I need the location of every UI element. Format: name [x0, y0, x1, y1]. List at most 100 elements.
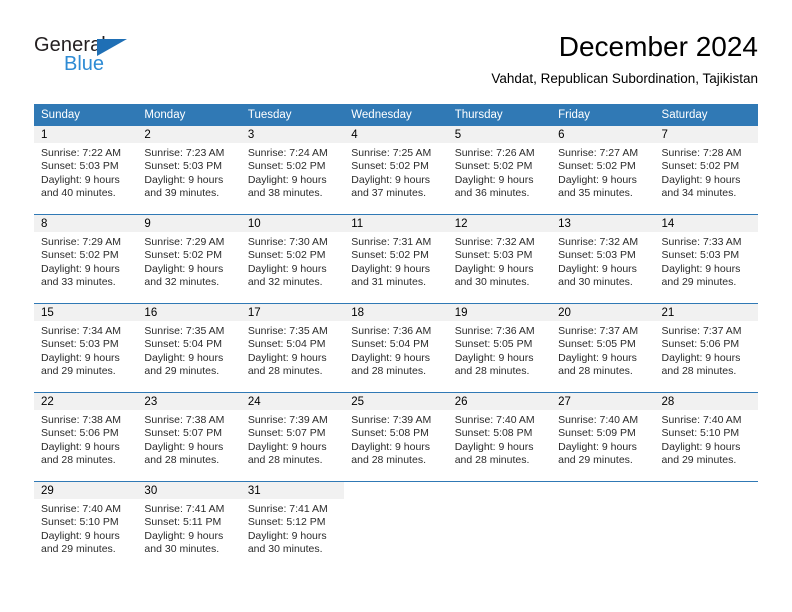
calendar-day-cell[interactable]: 8 Sunrise: 7:29 AM Sunset: 5:02 PM Daylight…	[34, 214, 138, 304]
daylight-text-line2: and 29 minutes.	[41, 543, 116, 556]
sunset-text: Sunset: 5:07 PM	[247, 427, 326, 440]
day-details: Sunrise: 7:39 AM Sunset: 5:08 PM Daylight:…	[344, 410, 447, 468]
day-number: 21	[654, 304, 758, 321]
day-cell-inner: 6 Sunrise: 7:27 AM Sunset: 5:02 PM Daylight…	[551, 126, 655, 214]
day-number: 6	[551, 126, 655, 143]
day-cell-inner: 18 Sunrise: 7:36 AM Sunset: 5:04 PM Dayligh…	[344, 304, 448, 392]
calendar-day-cell[interactable]: 10 Sunrise: 7:30 AM Sunset: 5:02 PM Dayligh…	[240, 214, 345, 304]
day-cell-inner: 1 Sunrise: 7:22 AM Sunset: 5:03 PM Daylight…	[34, 126, 138, 214]
day-number	[655, 482, 758, 499]
day-cell-inner: 16 Sunrise: 7:35 AM Sunset: 5:04 PM Dayligh…	[137, 304, 241, 392]
day-cell-inner: 17 Sunrise: 7:35 AM Sunset: 5:04 PM Dayligh…	[240, 304, 345, 392]
daylight-text-line1: Daylight: 9 hours	[661, 262, 741, 275]
calendar-day-cell[interactable]: 19 Sunrise: 7:36 AM Sunset: 5:05 PM Dayligh…	[447, 303, 552, 393]
calendar-day-cell[interactable]: 5 Sunrise: 7:26 AM Sunset: 5:02 PM Daylight…	[447, 126, 552, 215]
sunrise-text: Sunrise: 7:41 AM	[144, 503, 225, 515]
calendar-day-cell[interactable]: 21 Sunrise: 7:37 AM Sunset: 5:06 PM Dayligh…	[654, 303, 758, 393]
daylight-text-line1: Daylight: 9 hours	[454, 262, 534, 275]
sunset-text: Sunset: 5:07 PM	[144, 427, 223, 440]
day-cell-inner: 2 Sunrise: 7:23 AM Sunset: 5:03 PM Daylight…	[137, 126, 241, 214]
day-details: Sunrise: 7:35 AM Sunset: 5:04 PM Daylight:…	[137, 321, 240, 379]
calendar-day-cell[interactable]: 17 Sunrise: 7:35 AM Sunset: 5:04 PM Dayligh…	[240, 303, 345, 393]
sunset-text: Sunset: 5:02 PM	[41, 249, 119, 262]
calendar-day-cell[interactable]: 25 Sunrise: 7:39 AM Sunset: 5:08 PM Dayligh…	[344, 392, 448, 482]
calendar-day-cell[interactable]: 13 Sunrise: 7:32 AM Sunset: 5:03 PM Dayligh…	[551, 214, 655, 304]
calendar-week-row: 8 Sunrise: 7:29 AM Sunset: 5:02 PM Daylight…	[34, 214, 758, 304]
calendar-day-cell[interactable]: 30 Sunrise: 7:41 AM Sunset: 5:11 PM Dayligh…	[137, 481, 241, 570]
calendar-day-cell[interactable]: 15 Sunrise: 7:34 AM Sunset: 5:03 PM Dayligh…	[34, 303, 138, 393]
general-blue-logo[interactable]: General Blue	[34, 34, 194, 84]
day-number	[344, 482, 447, 499]
calendar-day-cell[interactable]: 28 Sunrise: 7:40 AM Sunset: 5:10 PM Dayligh…	[654, 392, 758, 482]
daylight-text-line1: Daylight: 9 hours	[144, 440, 224, 453]
calendar-day-cell[interactable]: 23 Sunrise: 7:38 AM Sunset: 5:07 PM Dayligh…	[137, 392, 241, 482]
day-cell-inner: 9 Sunrise: 7:29 AM Sunset: 5:02 PM Daylight…	[137, 215, 241, 303]
calendar-day-cell[interactable]: 22 Sunrise: 7:38 AM Sunset: 5:06 PM Dayligh…	[34, 392, 138, 482]
day-cell-inner: 15 Sunrise: 7:34 AM Sunset: 5:03 PM Dayligh…	[34, 304, 138, 392]
daylight-text-line1: Daylight: 9 hours	[558, 262, 637, 275]
sunset-text: Sunset: 5:04 PM	[351, 338, 429, 351]
sunset-text: Sunset: 5:03 PM	[144, 160, 223, 173]
daylight-text-line2: and 28 minutes.	[247, 365, 323, 378]
calendar-day-cell[interactable]: 31 Sunrise: 7:41 AM Sunset: 5:12 PM Dayligh…	[240, 481, 345, 570]
calendar-day-cell[interactable]: 7 Sunrise: 7:28 AM Sunset: 5:02 PM Daylight…	[654, 126, 758, 215]
weekday-header-wednesday: Wednesday	[344, 104, 448, 126]
day-number: 15	[34, 304, 138, 321]
sunrise-text: Sunrise: 7:39 AM	[351, 414, 432, 426]
calendar-day-cell[interactable]: 1 Sunrise: 7:22 AM Sunset: 5:03 PM Daylight…	[34, 126, 138, 215]
day-details: Sunrise: 7:38 AM Sunset: 5:06 PM Daylight:…	[34, 410, 137, 468]
weekday-header-thursday: Thursday	[447, 104, 552, 126]
day-cell-inner: 8 Sunrise: 7:29 AM Sunset: 5:02 PM Daylight…	[34, 215, 138, 303]
day-details: Sunrise: 7:23 AM Sunset: 5:03 PM Daylight:…	[137, 143, 240, 201]
calendar-week-row: 22 Sunrise: 7:38 AM Sunset: 5:06 PM Dayligh…	[34, 392, 758, 482]
daylight-text-line1: Daylight: 9 hours	[144, 529, 224, 542]
calendar-day-cell[interactable]: 9 Sunrise: 7:29 AM Sunset: 5:02 PM Daylight…	[137, 214, 241, 304]
sunset-text: Sunset: 5:06 PM	[661, 338, 740, 351]
calendar-day-cell[interactable]: 26 Sunrise: 7:40 AM Sunset: 5:08 PM Dayligh…	[447, 392, 552, 482]
calendar-day-cell[interactable]: 29 Sunrise: 7:40 AM Sunset: 5:10 PM Dayligh…	[34, 481, 138, 570]
sunset-text: Sunset: 5:02 PM	[661, 160, 740, 173]
daylight-text-line2: and 28 minutes.	[558, 365, 633, 378]
calendar-day-cell[interactable]: 24 Sunrise: 7:39 AM Sunset: 5:07 PM Dayligh…	[240, 392, 345, 482]
daylight-text-line1: Daylight: 9 hours	[558, 440, 637, 453]
daylight-text-line2: and 39 minutes.	[144, 187, 220, 200]
sunrise-text: Sunrise: 7:39 AM	[247, 414, 328, 426]
sunset-text: Sunset: 5:06 PM	[41, 427, 119, 440]
daylight-text-line1: Daylight: 9 hours	[144, 351, 224, 364]
calendar-day-cell[interactable]: 12 Sunrise: 7:32 AM Sunset: 5:03 PM Dayligh…	[447, 214, 552, 304]
sunset-text: Sunset: 5:09 PM	[558, 427, 636, 440]
calendar-day-cell[interactable]: 14 Sunrise: 7:33 AM Sunset: 5:03 PM Dayligh…	[654, 214, 758, 304]
calendar-day-cell[interactable]: 18 Sunrise: 7:36 AM Sunset: 5:04 PM Dayligh…	[344, 303, 448, 393]
daylight-text-line1: Daylight: 9 hours	[351, 440, 431, 453]
sunset-text: Sunset: 5:11 PM	[144, 516, 222, 529]
sunrise-text: Sunrise: 7:36 AM	[351, 325, 432, 337]
calendar-day-cell[interactable]: 27 Sunrise: 7:40 AM Sunset: 5:09 PM Dayligh…	[551, 392, 655, 482]
day-cell-inner: 5 Sunrise: 7:26 AM Sunset: 5:02 PM Daylight…	[447, 126, 552, 214]
calendar-day-cell[interactable]: 2 Sunrise: 7:23 AM Sunset: 5:03 PM Daylight…	[137, 126, 241, 215]
title-block: December 2024 Vahdat, Republican Subordi…	[491, 30, 758, 89]
sunrise-text: Sunrise: 7:25 AM	[351, 147, 432, 159]
day-details: Sunrise: 7:32 AM Sunset: 5:03 PM Daylight:…	[551, 232, 654, 290]
calendar-day-cell[interactable]: 11 Sunrise: 7:31 AM Sunset: 5:02 PM Dayligh…	[344, 214, 448, 304]
calendar-day-cell[interactable]: 20 Sunrise: 7:37 AM Sunset: 5:05 PM Dayligh…	[551, 303, 655, 393]
day-details	[448, 499, 551, 503]
calendar-day-cell-empty	[551, 481, 655, 570]
calendar-day-cell-empty	[344, 481, 448, 570]
sunset-text: Sunset: 5:03 PM	[454, 249, 533, 262]
sunset-text: Sunset: 5:02 PM	[454, 160, 533, 173]
calendar-day-cell[interactable]: 6 Sunrise: 7:27 AM Sunset: 5:02 PM Daylight…	[551, 126, 655, 215]
day-cell-inner: 21 Sunrise: 7:37 AM Sunset: 5:06 PM Dayligh…	[654, 304, 758, 392]
day-number: 2	[137, 126, 241, 143]
calendar-day-cell[interactable]: 16 Sunrise: 7:35 AM Sunset: 5:04 PM Dayligh…	[137, 303, 241, 393]
day-number: 24	[240, 393, 345, 410]
sunset-text: Sunset: 5:12 PM	[247, 516, 326, 529]
sunrise-text: Sunrise: 7:36 AM	[454, 325, 535, 337]
day-details: Sunrise: 7:40 AM Sunset: 5:08 PM Daylight:…	[448, 410, 551, 468]
daylight-text-line1: Daylight: 9 hours	[661, 351, 741, 364]
sunrise-text: Sunrise: 7:33 AM	[661, 236, 742, 248]
sunrise-text: Sunrise: 7:27 AM	[558, 147, 639, 159]
calendar-day-cell[interactable]: 3 Sunrise: 7:24 AM Sunset: 5:02 PM Daylight…	[240, 126, 345, 215]
calendar-day-cell[interactable]: 4 Sunrise: 7:25 AM Sunset: 5:02 PM Daylight…	[344, 126, 448, 215]
daylight-text-line1: Daylight: 9 hours	[247, 262, 327, 275]
daylight-text-line2: and 32 minutes.	[144, 276, 220, 289]
